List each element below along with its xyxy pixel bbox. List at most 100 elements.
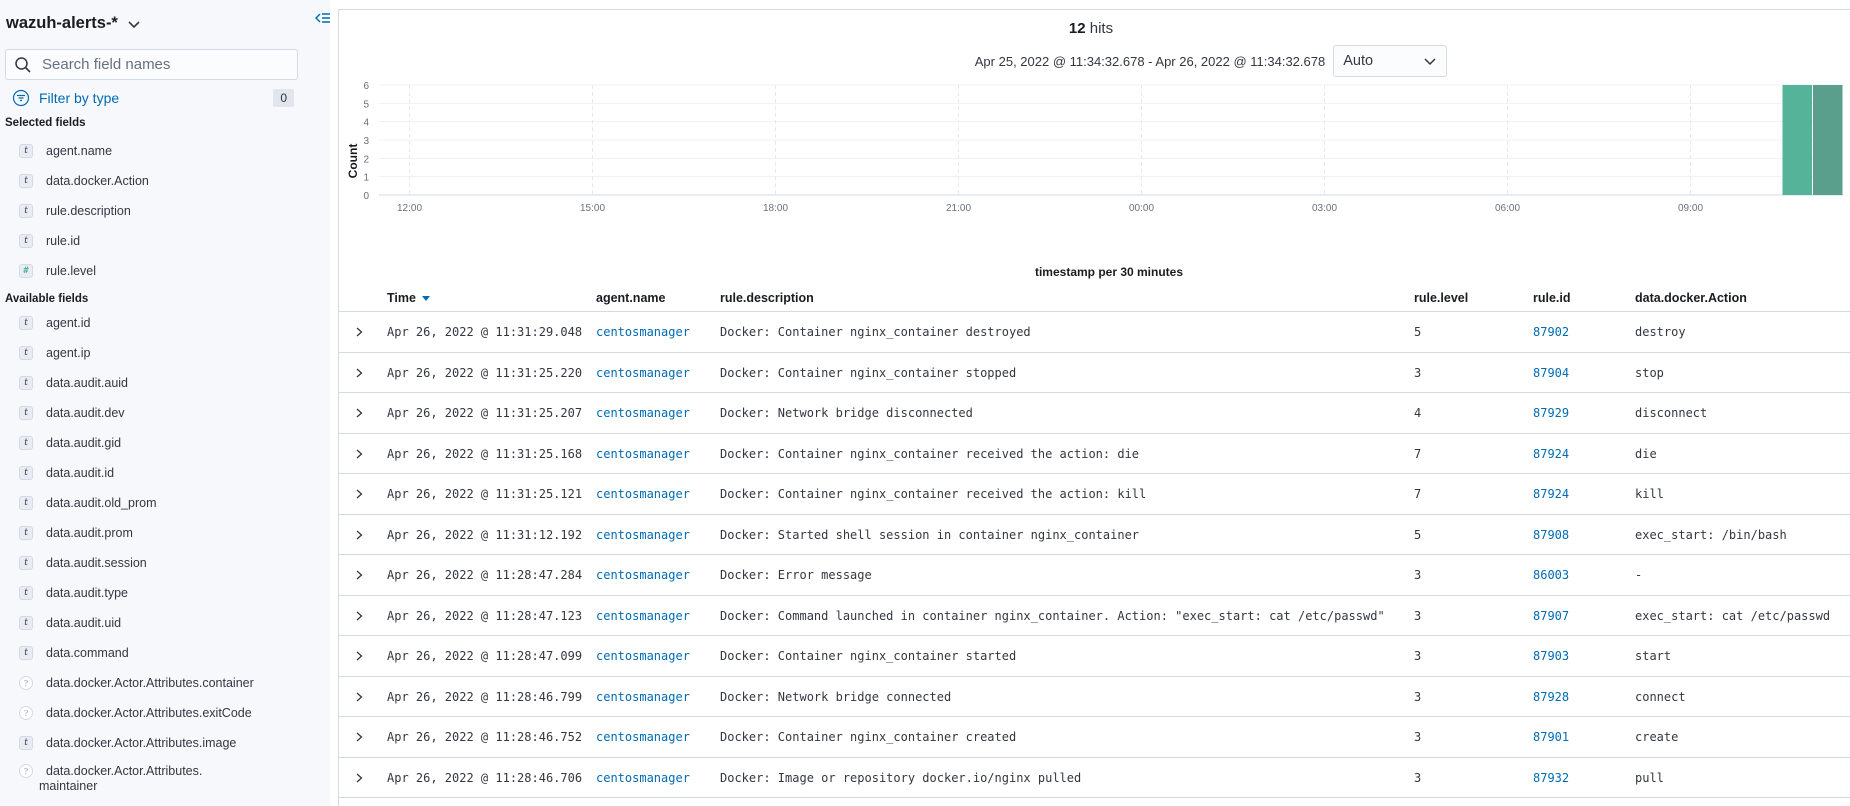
cell-time: Apr 26, 2022 @ 11:28:47.099 bbox=[387, 649, 583, 663]
cell-rule-id[interactable]: 87904 bbox=[1533, 366, 1569, 380]
column-header-time[interactable]: Time bbox=[387, 291, 431, 305]
field-item[interactable]: ? data.docker.Actor.Attributes. maintainer bbox=[0, 758, 330, 800]
field-item[interactable]: t agent.name bbox=[0, 136, 330, 166]
expand-row-icon[interactable] bbox=[352, 609, 366, 623]
cell-agent-name[interactable]: centosmanager bbox=[596, 649, 690, 663]
field-item[interactable]: t data.audit.id bbox=[0, 458, 330, 488]
cell-agent-name[interactable]: centosmanager bbox=[596, 487, 690, 501]
field-item[interactable]: # rule.level bbox=[0, 256, 330, 286]
field-item[interactable]: t data.docker.Action bbox=[0, 166, 330, 196]
cell-docker-action: connect bbox=[1635, 689, 1686, 704]
field-item[interactable]: t rule.id bbox=[0, 226, 330, 256]
field-item[interactable]: ? data.docker.Actor.Attributes.exitCode bbox=[0, 698, 330, 728]
field-item[interactable]: t data.audit.session bbox=[0, 548, 330, 578]
string-type-icon: t bbox=[19, 316, 33, 330]
field-item[interactable]: t data.audit.prom bbox=[0, 518, 330, 548]
field-item[interactable]: ? data.docker.Actor.Attributes.container bbox=[0, 668, 330, 698]
column-header-agent-name[interactable]: agent.name bbox=[596, 291, 665, 305]
field-item[interactable]: t rule.description bbox=[0, 196, 330, 226]
cell-rule-id[interactable]: 87902 bbox=[1533, 325, 1569, 339]
cell-rule-level: 3 bbox=[1414, 730, 1422, 744]
cell-rule-id[interactable]: 87928 bbox=[1533, 690, 1569, 704]
cell-agent-name[interactable]: centosmanager bbox=[596, 447, 690, 461]
field-item[interactable]: t data.audit.old_prom bbox=[0, 488, 330, 518]
expand-row-icon[interactable] bbox=[352, 325, 366, 339]
cell-rule-id[interactable]: 87924 bbox=[1533, 447, 1569, 461]
cell-rule-id[interactable]: 87932 bbox=[1533, 771, 1569, 785]
cell-rule-id[interactable]: 87924 bbox=[1533, 487, 1569, 501]
expand-row-icon[interactable] bbox=[352, 690, 366, 704]
cell-rule-id[interactable]: 87908 bbox=[1533, 528, 1569, 542]
field-item[interactable]: t data.docker.Actor.Attributes.image bbox=[0, 728, 330, 758]
field-item[interactable]: t agent.id bbox=[0, 308, 330, 338]
field-item[interactable]: t data.audit.type bbox=[0, 578, 330, 608]
column-header-time-label: Time bbox=[387, 291, 416, 305]
column-header-rule-level[interactable]: rule.level bbox=[1414, 291, 1468, 305]
expand-row-icon[interactable] bbox=[352, 447, 366, 461]
string-type-icon: t bbox=[19, 234, 33, 248]
field-item[interactable]: t data.audit.gid bbox=[0, 428, 330, 458]
filter-by-type[interactable]: Filter by type 0 bbox=[12, 88, 294, 108]
index-pattern-selector[interactable]: wazuh-alerts-* bbox=[6, 14, 142, 33]
cell-agent-name[interactable]: centosmanager bbox=[596, 568, 690, 582]
field-item[interactable]: t data.audit.dev bbox=[0, 398, 330, 428]
cell-agent-name[interactable]: centosmanager bbox=[596, 690, 690, 704]
cell-rule-id[interactable]: 87903 bbox=[1533, 649, 1569, 663]
number-type-icon: # bbox=[19, 264, 33, 278]
y-axis-ticks: 0 1 2 3 4 5 6 bbox=[363, 81, 369, 202]
field-item[interactable]: t data.command bbox=[0, 638, 330, 668]
string-type-icon: t bbox=[19, 436, 33, 450]
collapse-sidebar-icon[interactable] bbox=[314, 10, 332, 28]
expand-row-icon[interactable] bbox=[352, 568, 366, 582]
field-item[interactable]: t agent.ip bbox=[0, 338, 330, 368]
field-name: data.audit.gid bbox=[46, 436, 122, 450]
expand-row-icon[interactable] bbox=[352, 487, 366, 501]
expand-row-icon[interactable] bbox=[352, 730, 366, 744]
expand-row-icon[interactable] bbox=[352, 406, 366, 420]
x-tick-label: 06:00 bbox=[1495, 203, 1520, 214]
field-name: data.audit.id bbox=[46, 466, 115, 480]
cell-docker-action: start bbox=[1635, 649, 1672, 663]
cell-rule-id[interactable]: 87907 bbox=[1533, 609, 1569, 623]
string-type-icon: t bbox=[19, 346, 33, 360]
field-item[interactable]: t data.audit.uid bbox=[0, 608, 330, 638]
column-header-rule-description[interactable]: rule.description bbox=[720, 291, 814, 305]
table-body: Apr 26, 2022 @ 11:31:29.048 centosmanager… bbox=[339, 312, 1850, 798]
cell-rule-id[interactable]: 86003 bbox=[1533, 568, 1569, 582]
cell-rule-level: 3 bbox=[1414, 649, 1422, 663]
histogram-bar[interactable] bbox=[1782, 85, 1813, 195]
interval-select[interactable]: Auto bbox=[1333, 45, 1448, 77]
expand-row-icon[interactable] bbox=[352, 649, 366, 663]
field-name: data.docker.Actor.Attributes. maintainer bbox=[39, 764, 202, 794]
cell-time: Apr 26, 2022 @ 11:31:25.168 bbox=[387, 446, 583, 461]
histogram-bar[interactable] bbox=[1813, 85, 1843, 195]
search-field-names-input[interactable] bbox=[42, 56, 282, 73]
cell-agent-name[interactable]: centosmanager bbox=[596, 730, 690, 744]
field-name: agent.name bbox=[46, 144, 113, 158]
cell-rule-level: 3 bbox=[1414, 568, 1422, 582]
x-tick-label: 21:00 bbox=[946, 203, 971, 214]
cell-agent-name[interactable]: centosmanager bbox=[596, 528, 690, 542]
cell-agent-name[interactable]: centosmanager bbox=[596, 406, 690, 420]
table-row: Apr 26, 2022 @ 11:28:46.752 centosmanager… bbox=[339, 717, 1850, 758]
selected-fields-title: Selected fields bbox=[5, 117, 86, 129]
cell-agent-name[interactable]: centosmanager bbox=[596, 771, 690, 785]
column-header-rule-id[interactable]: rule.id bbox=[1533, 291, 1571, 305]
field-item[interactable]: t data.audit.auid bbox=[0, 368, 330, 398]
cell-rule-description: Docker: Container nginx_container receiv… bbox=[720, 446, 1140, 461]
cell-agent-name[interactable]: centosmanager bbox=[596, 609, 690, 623]
expand-row-icon[interactable] bbox=[352, 771, 366, 785]
cell-rule-description: Docker: Image or repository docker.io/ng… bbox=[720, 770, 1082, 785]
cell-rule-id[interactable]: 87901 bbox=[1533, 730, 1569, 744]
cell-rule-description: Docker: Container nginx_container destro… bbox=[720, 325, 1031, 339]
cell-rule-description: Docker: Started shell session in contain… bbox=[720, 527, 1140, 542]
column-header-docker-action[interactable]: data.docker.Action bbox=[1635, 291, 1747, 305]
expand-row-icon[interactable] bbox=[352, 528, 366, 542]
cell-agent-name[interactable]: centosmanager bbox=[596, 366, 690, 380]
cell-rule-id[interactable]: 87929 bbox=[1533, 406, 1569, 420]
sort-down-icon[interactable] bbox=[422, 294, 431, 302]
cell-agent-name[interactable]: centosmanager bbox=[596, 325, 690, 339]
cell-docker-action: kill bbox=[1635, 487, 1664, 501]
field-name: agent.id bbox=[46, 316, 91, 330]
expand-row-icon[interactable] bbox=[352, 366, 366, 380]
